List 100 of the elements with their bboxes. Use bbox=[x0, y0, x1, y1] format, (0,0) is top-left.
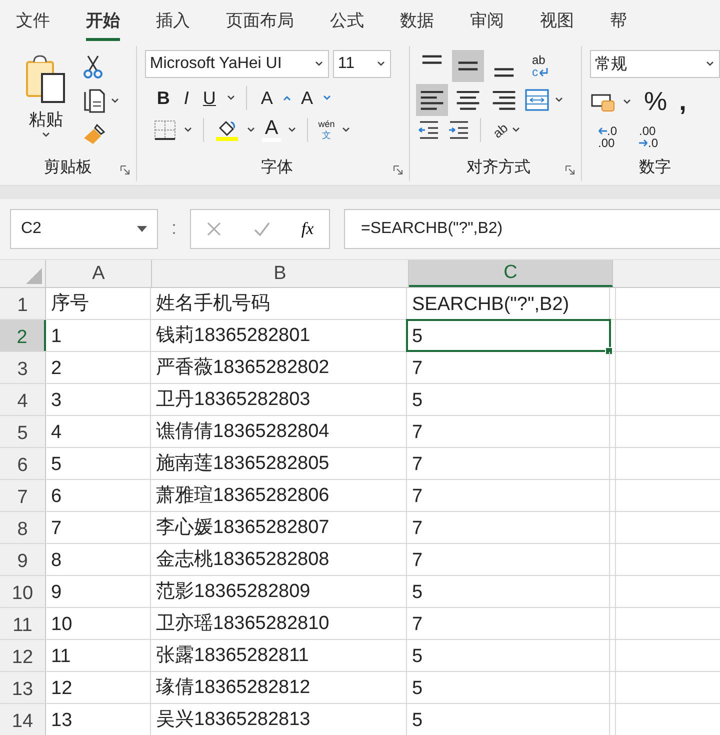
row-header[interactable]: 12 bbox=[0, 640, 46, 671]
wrap-text-button[interactable]: ab c bbox=[532, 54, 548, 78]
dropdown-icon[interactable] bbox=[182, 126, 193, 134]
dialog-launcher-icon[interactable] bbox=[120, 165, 130, 175]
table-cell: 施南莲18365282805 bbox=[151, 448, 407, 479]
table-cell: 10 bbox=[46, 608, 151, 639]
table-cell: SEARCHB("?",B2) bbox=[407, 288, 610, 319]
ribbon-tab[interactable]: 视图 bbox=[540, 9, 574, 41]
table-cell: 7 bbox=[407, 448, 610, 479]
font-family-field[interactable]: Microsoft YaHei UI bbox=[144, 50, 329, 78]
ribbon-tab[interactable]: 帮 bbox=[610, 9, 627, 41]
row-header[interactable]: 14 bbox=[0, 704, 46, 735]
grow-font-button[interactable]: A bbox=[256, 88, 277, 108]
dropdown-icon[interactable] bbox=[705, 60, 715, 68]
dropdown-icon[interactable] bbox=[110, 97, 120, 105]
table-cell: 5 bbox=[407, 672, 610, 703]
dropdown-icon[interactable] bbox=[340, 126, 351, 134]
decrease-decimal-button[interactable]: .00 .0 bbox=[639, 125, 658, 149]
percent-button[interactable]: % bbox=[644, 86, 668, 117]
row-header[interactable]: 10 bbox=[0, 576, 46, 607]
row-header[interactable]: 5 bbox=[0, 416, 46, 447]
vertical-align-icon[interactable] bbox=[452, 50, 484, 82]
dropdown-icon[interactable] bbox=[622, 98, 632, 106]
table-cell: 金志桃18365282808 bbox=[151, 544, 407, 575]
dialog-launcher-icon[interactable] bbox=[565, 165, 575, 175]
dropdown-icon[interactable] bbox=[554, 96, 564, 104]
group-label: 字体 bbox=[260, 158, 293, 178]
table-cell: 4 bbox=[46, 416, 151, 447]
insert-function-button[interactable]: fx bbox=[301, 219, 314, 239]
orientation-button[interactable]: ab bbox=[490, 120, 511, 140]
number-format-field[interactable]: 常规 bbox=[590, 50, 720, 78]
ribbon-tab[interactable]: 页面布局 bbox=[226, 9, 294, 41]
dropdown-icon[interactable] bbox=[511, 126, 522, 134]
name-box[interactable]: C2 bbox=[10, 209, 158, 249]
dialog-launcher-icon[interactable] bbox=[392, 165, 403, 175]
table-cell: 8 bbox=[46, 544, 151, 575]
formula-field[interactable]: =SEARCHB("?",B2) bbox=[344, 209, 720, 249]
bold-button[interactable]: B bbox=[152, 88, 174, 108]
horizontal-align-icon[interactable] bbox=[416, 84, 448, 116]
font-color-button[interactable]: A bbox=[262, 118, 282, 142]
phonetic-button[interactable]: wén 文 bbox=[318, 119, 335, 141]
scissors-icon[interactable] bbox=[82, 54, 104, 80]
increase-decimal-button[interactable]: .0 .00 bbox=[598, 125, 618, 149]
paste-icon[interactable] bbox=[24, 54, 68, 104]
copy-icon[interactable] bbox=[82, 88, 106, 114]
row-header[interactable]: 4 bbox=[0, 384, 46, 415]
underline-button[interactable]: U bbox=[198, 88, 220, 108]
row-header[interactable]: 11 bbox=[0, 608, 46, 639]
row-header[interactable]: 7 bbox=[0, 480, 46, 511]
ribbon-tab[interactable]: 文件 bbox=[16, 9, 50, 41]
dropdown-icon[interactable] bbox=[246, 126, 256, 134]
row-header[interactable]: 1 bbox=[0, 288, 46, 319]
table-cell: 1 bbox=[46, 320, 151, 351]
italic-button[interactable]: I bbox=[180, 88, 193, 108]
dropdown-icon[interactable] bbox=[226, 94, 236, 102]
borders-icon[interactable] bbox=[152, 119, 177, 141]
checkmark-icon[interactable] bbox=[252, 221, 271, 237]
font-size-field[interactable]: 11 bbox=[332, 50, 391, 78]
table-cell: 7 bbox=[407, 544, 610, 575]
comma-button[interactable]: , bbox=[679, 86, 686, 117]
ribbon-tab[interactable]: 审阅 bbox=[470, 9, 504, 41]
column-header[interactable]: A bbox=[46, 260, 152, 287]
dropdown-icon[interactable] bbox=[376, 60, 386, 68]
table-cell: 11 bbox=[46, 640, 151, 671]
row-header[interactable]: 9 bbox=[0, 544, 46, 575]
table-cell: 5 bbox=[407, 320, 610, 351]
row-header[interactable]: 13 bbox=[0, 672, 46, 703]
row-header[interactable]: 8 bbox=[0, 512, 46, 543]
dropdown-icon[interactable] bbox=[314, 60, 324, 68]
table-cell: 7 bbox=[407, 608, 610, 639]
table-cell: 5 bbox=[46, 448, 151, 479]
table-cell: 瑑倩18365282812 bbox=[151, 672, 407, 703]
row-header[interactable]: 2 bbox=[0, 320, 46, 351]
fill-handle[interactable] bbox=[605, 347, 613, 355]
row-header[interactable]: 3 bbox=[0, 352, 46, 383]
table-cell: 5 bbox=[407, 704, 610, 735]
caret-up-icon bbox=[282, 95, 291, 101]
table-cell: 7 bbox=[46, 512, 151, 543]
ribbon-tab[interactable]: 公式 bbox=[330, 9, 364, 41]
ribbon-tab[interactable]: 插入 bbox=[156, 9, 190, 41]
caret-down-icon bbox=[322, 95, 331, 101]
paste-label[interactable]: 粘贴 bbox=[29, 108, 63, 131]
table-cell: 萧雅瑄18365282806 bbox=[151, 480, 407, 511]
dropdown-icon[interactable] bbox=[137, 226, 147, 232]
table-cell: 7 bbox=[407, 416, 610, 447]
dropdown-icon[interactable] bbox=[41, 131, 51, 139]
table-cell: 9 bbox=[46, 576, 151, 607]
row-header[interactable]: 6 bbox=[0, 448, 46, 479]
return-arrow-icon bbox=[538, 68, 548, 76]
table-cell: 5 bbox=[407, 384, 610, 415]
table-cell: 2 bbox=[46, 352, 151, 383]
merge-cells-icon[interactable] bbox=[524, 88, 550, 112]
fill-color-icon[interactable] bbox=[214, 118, 240, 142]
shrink-font-button[interactable]: A bbox=[296, 88, 317, 108]
table-cell: 吴兴18365282813 bbox=[151, 704, 407, 735]
dropdown-icon[interactable] bbox=[287, 126, 298, 134]
brush-icon[interactable] bbox=[82, 122, 108, 146]
ribbon-tab[interactable]: 数据 bbox=[400, 9, 434, 41]
table-cell: 卫亦瑶18365282810 bbox=[151, 608, 407, 639]
column-header[interactable]: C bbox=[409, 260, 613, 287]
